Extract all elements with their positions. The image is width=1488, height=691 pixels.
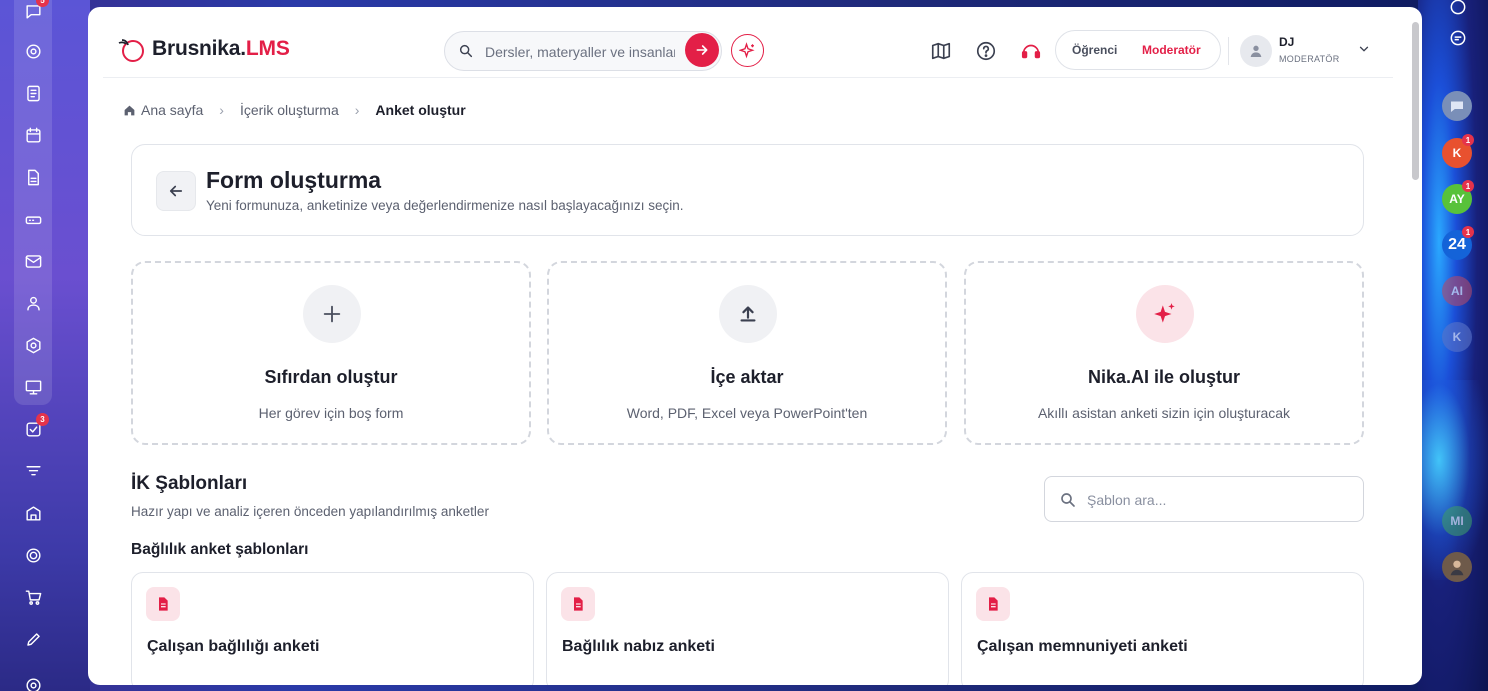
map-icon[interactable] [929, 39, 953, 63]
brand-berry-icon [118, 39, 144, 62]
search-submit-button[interactable] [685, 33, 719, 67]
breadcrumb-home[interactable]: Ana sayfa [141, 102, 203, 118]
template-title: Bağlılık nabız anketi [562, 638, 715, 655]
mail-icon[interactable] [22, 250, 44, 272]
sparkle-icon [1136, 285, 1194, 343]
chevron-down-icon[interactable] [1357, 42, 1371, 56]
contact-avatar-ai[interactable]: AI [1442, 276, 1472, 306]
document-icon [976, 587, 1010, 621]
page-subtitle: Yeni formunuza, anketinize veya değerlen… [206, 198, 684, 213]
page-title: Form oluşturma [206, 167, 382, 193]
role-student-option[interactable]: Öğrenci [1072, 43, 1117, 57]
option-create-with-ai[interactable]: Nika.AI ile oluştur Akıllı asistan anket… [964, 261, 1364, 445]
graph-icon[interactable] [22, 40, 44, 62]
calendar-icon[interactable] [22, 124, 44, 146]
main-window: Brusnika.LMS Dersler, materyaller ve ins… [88, 7, 1422, 685]
chat-bot-icon[interactable] [1445, 25, 1471, 51]
option-title: Nika.AI ile oluştur [1087, 367, 1241, 387]
user-role: MODERATÖR [1279, 54, 1340, 64]
plus-icon [303, 285, 361, 343]
file-icon[interactable] [22, 166, 44, 188]
templates-title: İK Şablonları [131, 473, 248, 494]
support-headset-icon[interactable] [1019, 39, 1043, 63]
template-title: Çalışan bağlılığı anketi [147, 638, 320, 655]
ai-assistant-button[interactable] [731, 34, 764, 67]
arrow-left-icon [169, 185, 183, 197]
template-card[interactable]: Çalışan bağlılığı anketi [131, 572, 534, 685]
top-bar: Brusnika.LMS Dersler, materyaller ve ins… [103, 7, 1393, 78]
background-glow [1418, 380, 1488, 580]
contact-badge: 1 [1462, 226, 1474, 238]
page-header-card: Form oluşturma Yeni formunuza, anketiniz… [131, 144, 1364, 236]
contact-avatar-mi[interactable]: MI [1442, 506, 1472, 536]
search-icon [459, 44, 473, 58]
option-import[interactable]: İçe aktar Word, PDF, Excel veya PowerPoi… [547, 261, 947, 445]
home-icon[interactable] [123, 104, 136, 117]
option-subtitle: Word, PDF, Excel veya PowerPoint'ten [626, 405, 868, 421]
scrollbar-thumb[interactable] [1412, 22, 1419, 180]
group-chat-avatar[interactable] [1442, 91, 1472, 121]
role-switcher[interactable]: Öğrenci Moderatör [1055, 30, 1221, 70]
settings-icon[interactable] [22, 674, 44, 691]
breadcrumb-separator: › [219, 102, 224, 118]
search-icon [1061, 493, 1075, 507]
breadcrumb-section[interactable]: İçerik oluşturma [240, 102, 339, 118]
user-icon [1250, 45, 1262, 57]
template-card[interactable]: Bağlılık nabız anketi [546, 572, 949, 685]
pen-icon[interactable] [22, 628, 44, 650]
hexagon-icon[interactable] [22, 334, 44, 356]
contact-photo-avatar[interactable] [1442, 552, 1472, 582]
option-title: İçe aktar [710, 367, 784, 387]
templates-subtitle: Hazır yapı ve analiz içeren önceden yapı… [131, 504, 489, 519]
breadcrumb-separator: › [354, 102, 360, 118]
user-avatar[interactable] [1240, 35, 1272, 67]
contact-badge: 1 [1462, 134, 1474, 146]
divider [1228, 37, 1229, 65]
upload-icon [719, 285, 777, 343]
brand-name: Brusnika.LMS [152, 37, 290, 60]
storage-icon[interactable] [22, 208, 44, 230]
template-group-title: Bağlılık anket şablonları [131, 541, 309, 558]
user-name[interactable]: DJ [1279, 35, 1294, 49]
global-search[interactable]: Dersler, materyaller ve insanlar [444, 31, 722, 71]
breadcrumb-current: Anket oluştur [375, 102, 466, 118]
filter-icon[interactable] [22, 460, 44, 482]
document-icon [561, 587, 595, 621]
document-icon [146, 587, 180, 621]
template-card[interactable]: Çalışan memnuniyeti anketi [961, 572, 1364, 685]
template-title: Çalışan memnuniyeti anketi [977, 638, 1188, 655]
sparkle-icon [738, 41, 755, 58]
info-icon[interactable] [1445, 0, 1471, 20]
breadcrumb: Ana sayfa › İçerik oluşturma › Anket olu… [123, 102, 466, 118]
building-icon[interactable] [22, 502, 44, 524]
users-icon[interactable] [22, 292, 44, 314]
back-button[interactable] [156, 171, 196, 211]
option-create-from-scratch[interactable]: Sıfırdan oluştur Her görev için boş form [131, 261, 531, 445]
contact-avatar-k2[interactable]: K [1442, 322, 1472, 352]
template-search[interactable]: Şablon ara... [1044, 476, 1364, 522]
presentation-icon[interactable] [22, 376, 44, 398]
option-subtitle: Akıllı asistan anketi sizin için oluştur… [1037, 405, 1291, 421]
option-subtitle: Her görev için boş form [258, 405, 404, 421]
search-input[interactable]: Dersler, materyaller ve insanlar [485, 44, 675, 60]
contact-badge: 1 [1462, 180, 1474, 192]
help-icon[interactable] [974, 39, 998, 63]
target-icon[interactable] [22, 544, 44, 566]
role-moderator-option[interactable]: Moderatör [1142, 43, 1201, 57]
logo[interactable]: Brusnika.LMS [116, 34, 290, 64]
template-search-input[interactable]: Şablon ara... [1087, 492, 1166, 508]
document-icon[interactable] [22, 82, 44, 104]
arrow-right-icon [696, 45, 708, 55]
tasks-badge: 3 [36, 413, 49, 426]
cart-icon[interactable] [22, 586, 44, 608]
option-title: Sıfırdan oluştur [264, 367, 398, 387]
